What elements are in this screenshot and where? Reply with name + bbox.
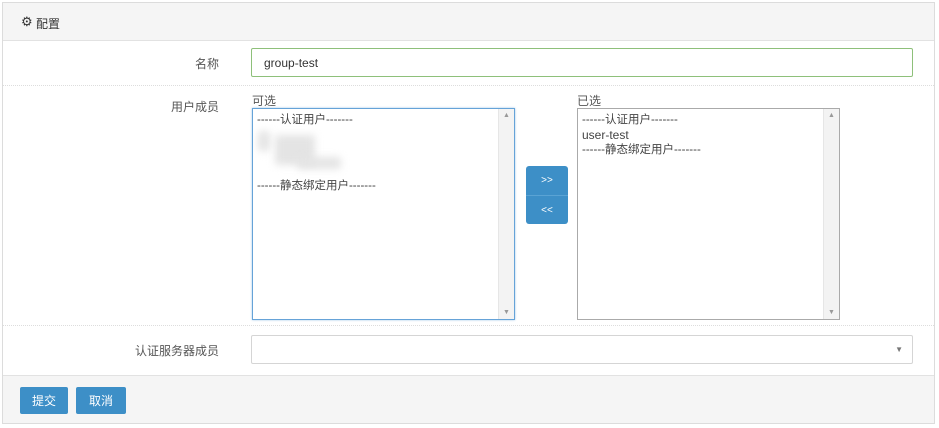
- panel-header: ⚙ 配置: [3, 3, 934, 41]
- scroll-up-icon[interactable]: ▲: [824, 112, 839, 119]
- config-panel: ⚙ 配置 名称 用户成员 可选 ------认证用户------- ------…: [2, 2, 935, 424]
- name-label: 名称: [194, 57, 219, 71]
- remove-selected-button[interactable]: <<: [526, 195, 568, 224]
- members-label: 用户成员: [170, 100, 219, 114]
- panel-title: 配置: [36, 17, 61, 31]
- available-list-scrollbar[interactable]: ▲ ▼: [498, 109, 514, 319]
- form-footer: 提交 取消: [3, 375, 934, 423]
- redacted-item: [297, 157, 341, 169]
- selected-list-scrollbar[interactable]: ▲ ▼: [823, 109, 839, 319]
- list-option[interactable]: ------认证用户-------: [578, 113, 823, 127]
- list-option[interactable]: ------静态绑定用户-------: [253, 179, 498, 193]
- transfer-buttons: >> <<: [526, 166, 568, 224]
- scroll-up-icon[interactable]: ▲: [499, 112, 514, 119]
- scroll-down-icon[interactable]: ▼: [824, 309, 839, 316]
- redacted-item: [258, 131, 270, 151]
- submit-button[interactable]: 提交: [20, 387, 68, 414]
- selected-list[interactable]: ------认证用户------- user-test ------静态绑定用户…: [577, 108, 840, 320]
- chevron-down-icon[interactable]: ▼: [895, 345, 903, 354]
- selected-caption: 已选: [577, 94, 602, 108]
- gear-icon: ⚙: [21, 14, 33, 29]
- row-divider: [3, 85, 934, 86]
- scroll-down-icon[interactable]: ▼: [499, 309, 514, 316]
- auth-servers-label: 认证服务器成员: [134, 344, 219, 358]
- auth-servers-select[interactable]: ▼: [251, 335, 913, 364]
- row-divider: [3, 325, 934, 326]
- list-option[interactable]: ------静态绑定用户-------: [578, 143, 823, 157]
- available-list[interactable]: ------认证用户------- ------静态绑定用户------- ▲ …: [252, 108, 515, 320]
- name-input[interactable]: [251, 48, 913, 77]
- list-option[interactable]: user-test: [578, 127, 823, 143]
- cancel-button[interactable]: 取消: [76, 387, 126, 414]
- available-caption: 可选: [252, 94, 277, 108]
- add-selected-button[interactable]: >>: [526, 166, 568, 195]
- list-option[interactable]: ------认证用户-------: [253, 113, 498, 127]
